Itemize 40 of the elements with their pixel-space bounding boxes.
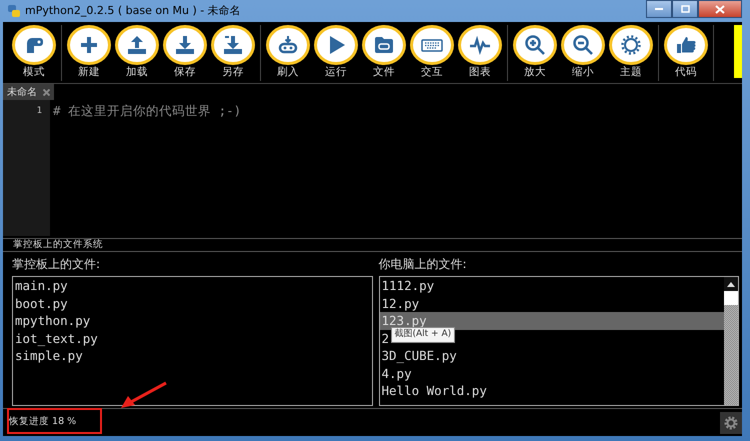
panel-title: 掌控板上的文件系统 [13, 238, 103, 252]
file-item[interactable]: 1112.py [382, 278, 434, 293]
zoom-in-icon [523, 33, 547, 58]
line-number: 1 [36, 105, 42, 118]
python-logo-icon [7, 4, 21, 18]
file-item[interactable]: iot_text.py [13, 330, 372, 347]
file-item[interactable]: main.py [13, 277, 372, 294]
annotation-arrow [121, 382, 167, 408]
editor-tab[interactable]: 未命名 [3, 84, 54, 100]
scroll-up-icon[interactable] [727, 282, 735, 286]
zoom-out-icon [571, 33, 595, 58]
file-item[interactable]: simple.py [13, 347, 372, 364]
sun-icon [619, 33, 643, 58]
maximize-icon [680, 5, 690, 13]
code-line: # 在这里开启你的代码世界 ;-) [53, 102, 242, 120]
scrollbar[interactable] [724, 277, 738, 405]
close-icon [715, 4, 725, 14]
close-button[interactable] [698, 0, 742, 18]
minimize-button[interactable] [646, 0, 672, 18]
settings-button[interactable] [720, 412, 742, 434]
gear-icon [723, 414, 739, 430]
file-item[interactable]: 2 [382, 330, 390, 346]
minimize-icon [655, 8, 663, 10]
pulse-icon [468, 33, 492, 58]
list-heading: 掌控板上的文件: [12, 256, 100, 273]
file-item[interactable]: 123.py [380, 312, 724, 330]
list-heading: 你电脑上的文件: [378, 256, 467, 273]
maximize-button[interactable] [672, 0, 698, 18]
scrollbar-thumb[interactable] [724, 291, 738, 305]
window-title: mPython2_0.2.5 ( base on Mu ) - 未命名 [25, 2, 241, 19]
close-icon[interactable] [43, 88, 50, 96]
file-item[interactable]: 3D_CUBE.py [382, 348, 457, 363]
file-item[interactable]: 12.py [382, 296, 420, 310]
tooltip: 截图(Alt + A) [390, 327, 456, 342]
file-item[interactable]: mpython.py [13, 312, 372, 330]
indicator-bar [734, 25, 742, 78]
file-item[interactable]: Hello World.py [382, 383, 487, 398]
file-item[interactable]: boot.py [13, 294, 372, 312]
file-item[interactable]: 4.py [382, 366, 412, 380]
status-text: 恢复进度 18 % [9, 415, 76, 430]
